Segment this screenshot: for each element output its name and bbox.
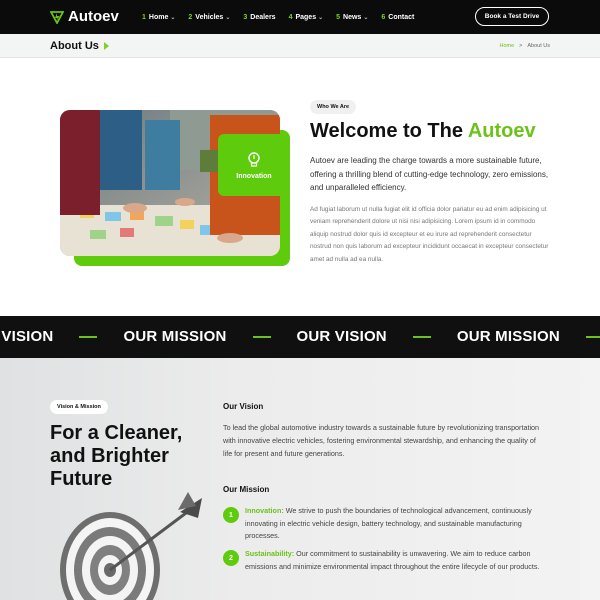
chevron-down-icon: ⌄ xyxy=(318,14,324,21)
menu-item-number: 3 xyxy=(243,13,248,21)
mission-key: Sustainability: xyxy=(245,549,295,558)
page-title-bar: About Us Home > About Us xyxy=(0,34,600,58)
mission-text: We strive to push the boundaries of tech… xyxy=(245,506,532,541)
about-lead-text: Autoev are leading the charge towards a … xyxy=(310,156,549,192)
chevron-down-icon: ⌄ xyxy=(170,14,176,21)
about-image-block: Innovation xyxy=(60,110,290,266)
lightbulb-icon xyxy=(248,151,260,167)
logo-icon xyxy=(50,10,64,24)
vision-mission-section: Vision & Mission For a Cleaner, and Brig… xyxy=(0,358,600,600)
mission-item: 1 Innovation: We strive to push the boun… xyxy=(223,505,553,543)
page-title: About Us xyxy=(50,40,99,52)
heading-brand: Autoev xyxy=(467,120,536,142)
breadcrumb: Home > About Us xyxy=(499,43,550,49)
breadcrumb-home-link[interactable]: Home xyxy=(499,43,514,49)
mission-item: 2 Sustainability: Our commitment to sust… xyxy=(223,548,553,573)
who-we-are-tag: Who We Are xyxy=(310,100,357,114)
innovation-label: Innovation xyxy=(236,172,272,180)
marquee-divider xyxy=(585,335,600,338)
heading-prefix: Welcome to The xyxy=(310,120,468,142)
marquee-word: OUR VISION xyxy=(296,328,387,345)
menu-item-label: Pages xyxy=(295,13,317,21)
top-navbar: Autoev 1 Home ⌄ 2 Vehicles ⌄ 3 Dealers 4 Pages ⌄ 5 N… xyxy=(0,0,600,34)
menu-item-number: 6 xyxy=(381,13,386,21)
vision-mission-tag: Vision & Mission xyxy=(50,400,108,414)
logo-text: Autoev xyxy=(68,8,119,25)
menu-item-home[interactable]: 1 Home ⌄ xyxy=(142,14,175,21)
marquee-word: OUR MISSION xyxy=(123,328,227,345)
menu-item-label: Contact xyxy=(388,13,415,21)
mission-key: Innovation: xyxy=(245,506,284,515)
menu-item-number: 4 xyxy=(288,13,293,21)
mission-number-badge: 2 xyxy=(223,550,239,566)
innovation-badge: Innovation xyxy=(218,134,290,196)
target-dart-icon xyxy=(60,492,202,600)
our-vision-text: To lead the global automotive industry t… xyxy=(223,423,540,458)
menu-item-pages[interactable]: 4 Pages ⌄ xyxy=(289,14,324,21)
vision-mission-marquee: R VISION OUR MISSION OUR VISION OUR MISSION… xyxy=(0,316,600,358)
marquee-divider xyxy=(412,335,431,338)
about-heading: Welcome to The Autoev xyxy=(310,120,536,143)
chevron-down-icon: ⌄ xyxy=(363,14,369,21)
menu-item-label: Home xyxy=(148,13,169,21)
vision-heading: For a Cleaner, and Brighter Future xyxy=(50,422,183,490)
menu-item-vehicles[interactable]: 2 Vehicles ⌄ xyxy=(188,14,230,21)
marquee-divider xyxy=(252,335,271,338)
menu-item-news[interactable]: 5 News ⌄ xyxy=(336,14,368,21)
mission-number-badge: 1 xyxy=(223,507,239,523)
our-vision-title: Our Vision xyxy=(223,402,264,411)
about-body-text: Ad fugiat laborum ut nulla fugiat elit i… xyxy=(310,206,549,263)
main-menu: 1 Home ⌄ 2 Vehicles ⌄ 3 Dealers 4 Pages ⌄ 5 News ⌄ 6 Co… xyxy=(142,0,414,34)
breadcrumb-separator: > xyxy=(519,43,523,49)
marquee-divider xyxy=(79,335,98,338)
breadcrumb-current: About Us xyxy=(527,43,550,49)
book-test-drive-button[interactable]: Book a Test Drive xyxy=(475,7,549,26)
menu-item-number: 5 xyxy=(336,13,341,21)
title-arrow-icon xyxy=(104,42,109,50)
menu-item-number: 1 xyxy=(142,13,146,21)
logo[interactable]: Autoev xyxy=(50,8,119,25)
menu-item-label: Dealers xyxy=(250,13,276,21)
menu-item-label: News xyxy=(343,13,362,21)
menu-item-dealers[interactable]: 3 Dealers xyxy=(243,14,275,21)
menu-item-number: 2 xyxy=(188,13,193,21)
our-mission-title: Our Mission xyxy=(223,485,270,494)
menu-item-label: Vehicles xyxy=(195,13,224,21)
marquee-word: OUR MISSION xyxy=(456,328,560,345)
menu-item-contact[interactable]: 6 Contact xyxy=(381,14,414,21)
marquee-word: R VISION xyxy=(0,328,54,345)
chevron-down-icon: ⌄ xyxy=(225,14,231,21)
